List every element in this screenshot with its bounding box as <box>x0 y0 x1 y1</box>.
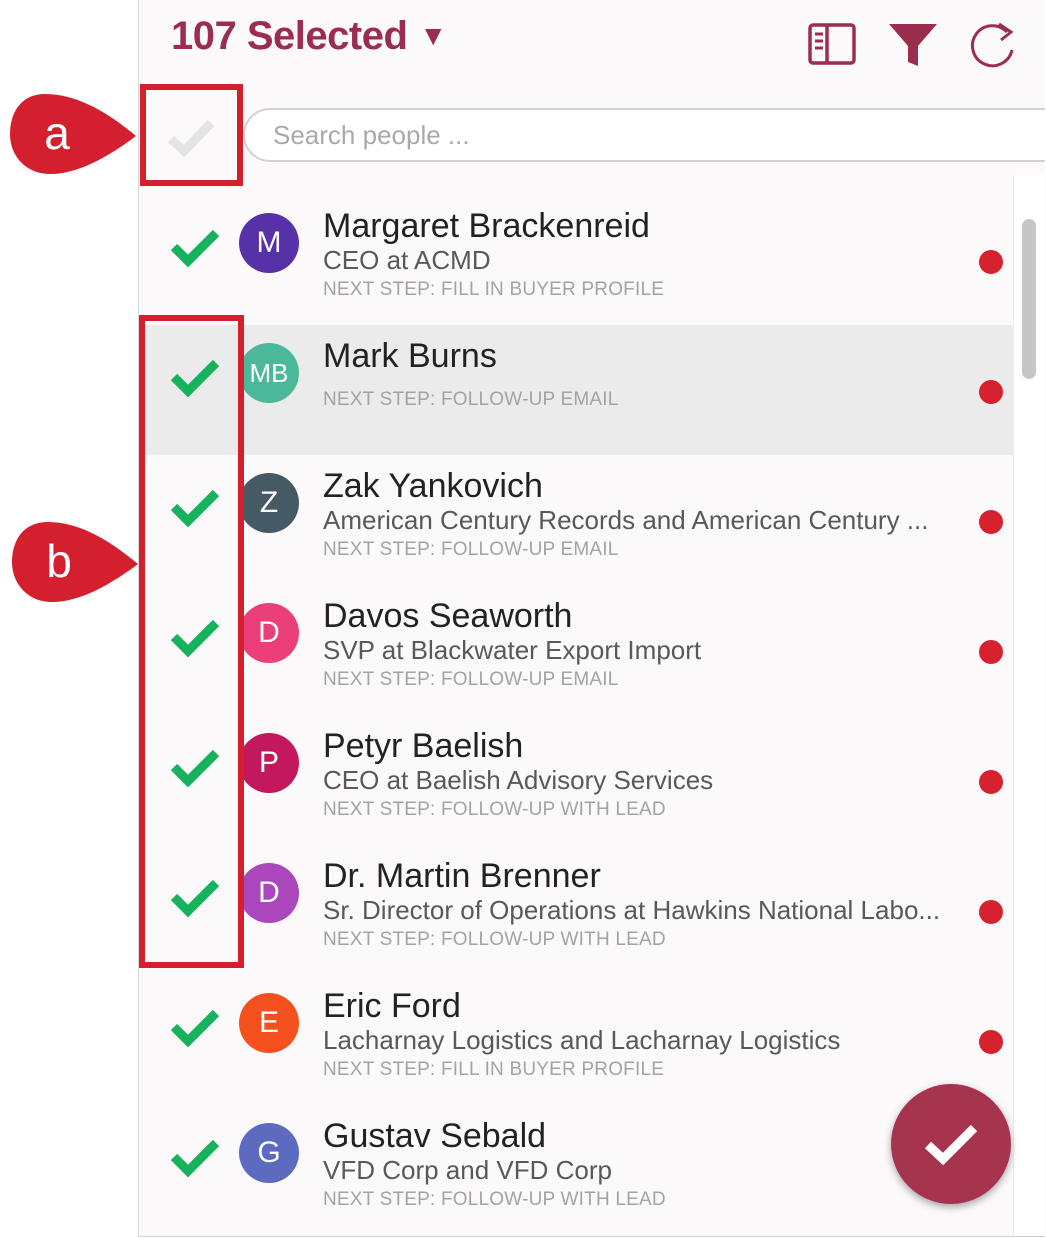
confirm-selection-button[interactable] <box>891 1084 1011 1204</box>
status-dot <box>979 770 1003 794</box>
selection-count-dropdown[interactable]: 107 Selected ▼ <box>171 14 447 59</box>
avatar: P <box>239 733 299 793</box>
next-step-label: NEXT STEP: FOLLOW-UP EMAIL <box>323 669 619 690</box>
callout-b-highlight-box <box>139 315 244 968</box>
list-item[interactable]: D Dr. Martin Brenner Sr. Director of Ope… <box>139 845 1014 975</box>
check-icon[interactable] <box>169 1135 221 1179</box>
check-icon[interactable] <box>169 225 221 269</box>
next-step-label: NEXT STEP: FOLLOW-UP EMAIL <box>323 539 619 560</box>
sidebar-panel-icon[interactable] <box>807 20 857 68</box>
check-icon[interactable] <box>169 1005 221 1049</box>
person-subtitle: SVP at Blackwater Export Import <box>323 635 702 665</box>
status-dot <box>979 250 1003 274</box>
status-dot <box>979 900 1003 924</box>
list-item[interactable]: P Petyr Baelish CEO at Baelish Advisory … <box>139 715 1014 845</box>
list-item[interactable]: E Eric Ford Lacharnay Logistics and Lach… <box>139 975 1014 1105</box>
next-step-label: NEXT STEP: FILL IN BUYER PROFILE <box>323 279 665 300</box>
list-item[interactable]: D Davos Seaworth SVP at Blackwater Expor… <box>139 585 1014 715</box>
person-name: Eric Ford <box>323 987 461 1025</box>
person-subtitle: Lacharnay Logistics and Lacharnay Logist… <box>323 1025 841 1055</box>
status-dot <box>979 380 1003 404</box>
person-name: Petyr Baelish <box>323 727 524 765</box>
check-icon <box>924 1124 978 1166</box>
next-step-label: NEXT STEP: FOLLOW-UP EMAIL <box>323 389 619 410</box>
person-subtitle: CEO at Baelish Advisory Services <box>323 765 714 795</box>
filter-icon[interactable] <box>887 18 939 68</box>
person-subtitle: VFD Corp and VFD Corp <box>323 1155 612 1185</box>
people-list: M Margaret Brackenreid CEO at ACMD NEXT … <box>139 195 1014 1236</box>
list-item[interactable]: M Margaret Brackenreid CEO at ACMD NEXT … <box>139 195 1014 325</box>
caret-down-icon: ▼ <box>419 20 447 51</box>
callout-b-label: b <box>46 535 72 587</box>
people-selector-panel: 107 Selected ▼ M Margaret Brackenreid CEO… <box>138 0 1045 1237</box>
status-dot <box>979 510 1003 534</box>
status-dot <box>979 1030 1003 1054</box>
person-subtitle: American Century Records and American Ce… <box>323 505 929 535</box>
list-item[interactable]: MB Mark Burns NEXT STEP: FOLLOW-UP EMAIL <box>139 325 1014 455</box>
next-step-label: NEXT STEP: FOLLOW-UP WITH LEAD <box>323 799 666 820</box>
avatar: Z <box>239 473 299 533</box>
avatar: MB <box>239 343 299 403</box>
list-scrollbar[interactable] <box>1013 175 1044 1236</box>
avatar: M <box>239 213 299 273</box>
callout-a-highlight-box <box>140 84 243 186</box>
person-name: Dr. Martin Brenner <box>323 857 601 895</box>
status-dot <box>979 640 1003 664</box>
refresh-icon[interactable] <box>965 20 1019 70</box>
scrollbar-thumb[interactable] <box>1022 219 1036 379</box>
callout-b: b <box>0 520 140 611</box>
next-step-label: NEXT STEP: FILL IN BUYER PROFILE <box>323 1059 665 1080</box>
list-item[interactable]: Z Zak Yankovich American Century Records… <box>139 455 1014 585</box>
person-subtitle: CEO at ACMD <box>323 245 491 275</box>
callout-a: a <box>0 92 140 183</box>
person-subtitle: Sr. Director of Operations at Hawkins Na… <box>323 895 941 925</box>
next-step-label: NEXT STEP: FOLLOW-UP WITH LEAD <box>323 1189 666 1210</box>
person-name: Margaret Brackenreid <box>323 207 650 245</box>
next-step-label: NEXT STEP: FOLLOW-UP WITH LEAD <box>323 929 666 950</box>
person-name: Zak Yankovich <box>323 467 543 505</box>
person-name: Davos Seaworth <box>323 597 573 635</box>
avatar: D <box>239 863 299 923</box>
avatar: G <box>239 1123 299 1183</box>
avatar: E <box>239 993 299 1053</box>
list-item[interactable]: G Gustav Sebald VFD Corp and VFD Corp NE… <box>139 1105 1014 1235</box>
selection-count-label: 107 Selected <box>171 14 408 58</box>
search-people-input[interactable] <box>243 108 1045 162</box>
person-name: Gustav Sebald <box>323 1117 547 1155</box>
callout-a-label: a <box>44 107 70 159</box>
avatar: D <box>239 603 299 663</box>
person-name: Mark Burns <box>323 337 497 375</box>
